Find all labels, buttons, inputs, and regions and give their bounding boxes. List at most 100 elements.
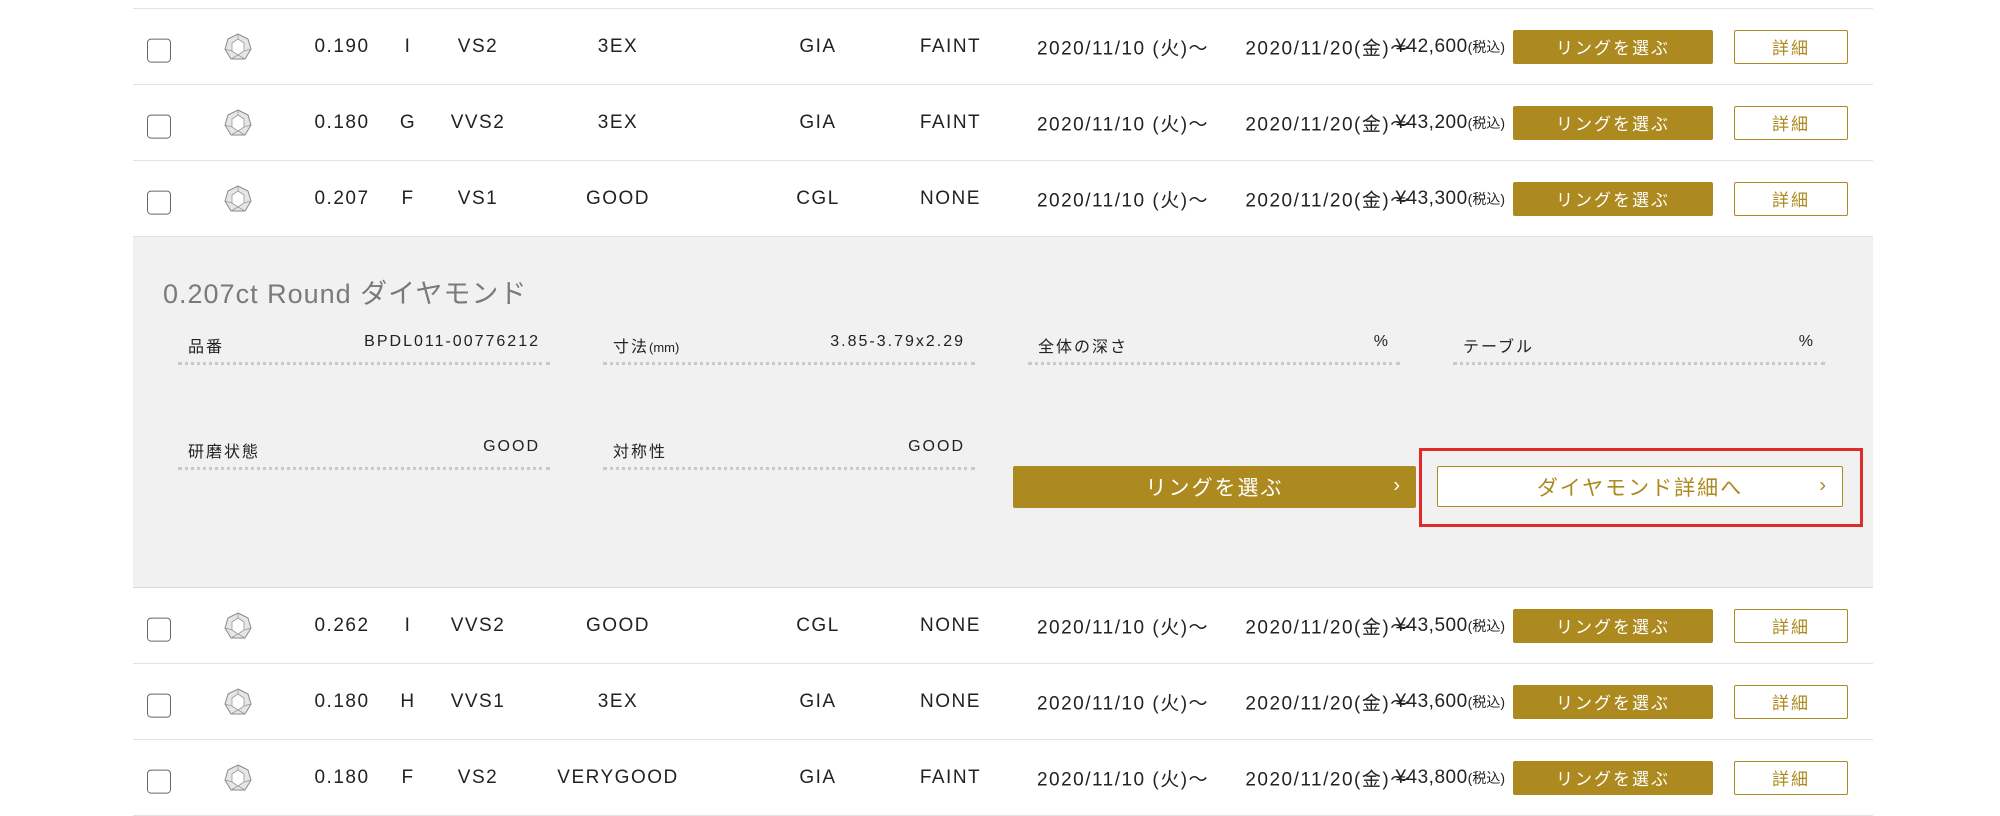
- diamond-icon: [223, 611, 253, 641]
- cell-cut: 3EX: [597, 35, 639, 57]
- cell-fluor: FAINT: [919, 35, 982, 57]
- diamond-icon: [223, 687, 253, 717]
- cell-price: ¥43,800(税込): [1395, 766, 1505, 788]
- cell-carat: 0.207: [314, 187, 370, 209]
- cell-color: G: [399, 111, 417, 133]
- row-checkbox[interactable]: [147, 693, 171, 718]
- spec-value: 3.85-3.79x2.29: [830, 333, 965, 350]
- diamond-detail-panel: 0.207ct Round ダイヤモンド 品番 BPDL011-00776212…: [133, 237, 1873, 588]
- detail-button[interactable]: 詳細: [1734, 608, 1848, 643]
- row-checkbox[interactable]: [147, 190, 171, 215]
- spec-label: 全体の深さ: [1038, 339, 1129, 356]
- cell-clarity: VVS2: [450, 614, 506, 636]
- cell-carat: 0.180: [314, 111, 370, 133]
- cell-date1: 2020/11/10 (火)〜: [1036, 38, 1210, 59]
- diamond-icon: [223, 763, 253, 793]
- cell-color: I: [404, 614, 412, 636]
- cell-lab: GIA: [799, 690, 837, 712]
- select-ring-button[interactable]: リングを選ぶ: [1513, 760, 1713, 795]
- detail-button[interactable]: 詳細: [1734, 105, 1848, 140]
- cell-fluor: NONE: [920, 614, 981, 636]
- cell-carat: 0.180: [314, 766, 370, 788]
- diamond-rows-top: 0.190 I VS2 3EX GIA FAINT 2020/11/10 (火)〜 2020/…: [133, 8, 1873, 237]
- row-checkbox[interactable]: [147, 114, 171, 139]
- table-row: 0.190 I VS2 3EX GIA FAINT 2020/11/10 (火)〜 2020/…: [133, 8, 1873, 85]
- cell-clarity: VS1: [457, 187, 499, 209]
- select-ring-button[interactable]: リングを選ぶ: [1513, 29, 1713, 64]
- row-checkbox[interactable]: [147, 769, 171, 794]
- cell-fluor: FAINT: [919, 111, 982, 133]
- spec-label: 研磨状態: [188, 444, 261, 461]
- cell-date1: 2020/11/10 (火)〜: [1036, 617, 1210, 638]
- select-ring-label: リングを選ぶ: [1145, 477, 1284, 500]
- chevron-right-icon: ›: [1393, 474, 1402, 497]
- row-checkbox[interactable]: [147, 617, 171, 642]
- chevron-right-icon: ›: [1819, 473, 1828, 496]
- cell-lab: GIA: [799, 766, 837, 788]
- cell-fluor: NONE: [920, 690, 981, 712]
- cell-lab: GIA: [799, 35, 837, 57]
- spec-label: 寸法(mm): [613, 339, 680, 356]
- cell-color: F: [401, 766, 415, 788]
- spec-item-no: 品番 BPDL011-00776212: [178, 325, 550, 365]
- table-row: 0.180 H VVS1 3EX GIA NONE 2020/11/10 (火)〜 2020/…: [133, 664, 1873, 740]
- spec-value: %: [1798, 333, 1815, 350]
- table-row: 0.180 G VVS2 3EX GIA FAINT 2020/11/10 (火)〜 2020…: [133, 85, 1873, 161]
- select-ring-button[interactable]: リングを選ぶ: [1513, 181, 1713, 216]
- select-ring-button[interactable]: リングを選ぶ: [1513, 684, 1713, 719]
- diamond-icon: [223, 32, 253, 62]
- select-ring-button[interactable]: リングを選ぶ ›: [1013, 466, 1416, 508]
- cell-carat: 0.190: [314, 35, 370, 57]
- diamond-detail-button[interactable]: ダイヤモンド詳細へ ›: [1437, 466, 1843, 507]
- cell-lab: GIA: [799, 111, 837, 133]
- spec-size: 寸法(mm) 3.85-3.79x2.29: [603, 325, 975, 365]
- detail-button[interactable]: 詳細: [1734, 29, 1848, 64]
- spec-label: 対称性: [613, 444, 668, 461]
- cell-lab: CGL: [796, 187, 840, 209]
- cell-color: F: [401, 187, 415, 209]
- cell-date1: 2020/11/10 (火)〜: [1036, 769, 1210, 790]
- spec-label: テーブル: [1463, 339, 1535, 356]
- diamond-list: 0.190 I VS2 3EX GIA FAINT 2020/11/10 (火)〜 2020/…: [133, 0, 1873, 816]
- diamond-icon: [223, 184, 253, 214]
- cell-carat: 0.180: [314, 690, 370, 712]
- cell-date1: 2020/11/10 (火)〜: [1036, 114, 1210, 135]
- cell-date1: 2020/11/10 (火)〜: [1036, 190, 1210, 211]
- detail-title: 0.207ct Round ダイヤモンド: [163, 279, 528, 309]
- cell-date1: 2020/11/10 (火)〜: [1036, 693, 1210, 714]
- cell-clarity: VVS1: [450, 690, 506, 712]
- cell-cut: GOOD: [585, 187, 651, 209]
- cell-clarity: VS2: [457, 766, 499, 788]
- row-checkbox[interactable]: [147, 38, 171, 63]
- table-row: 0.262 I VVS2 GOOD CGL NONE 2020/11/10 (火)〜 2020…: [133, 588, 1873, 664]
- spec-value: BPDL011-00776212: [364, 333, 540, 350]
- cell-clarity: VS2: [457, 35, 499, 57]
- cell-price: ¥43,300(税込): [1395, 187, 1505, 209]
- spec-label: 品番: [188, 339, 225, 356]
- spec-value: %: [1373, 333, 1390, 350]
- cell-price: ¥43,600(税込): [1395, 690, 1505, 712]
- spec-depth: 全体の深さ %: [1028, 325, 1400, 365]
- detail-button[interactable]: 詳細: [1734, 181, 1848, 216]
- select-ring-button[interactable]: リングを選ぶ: [1513, 105, 1713, 140]
- select-ring-button[interactable]: リングを選ぶ: [1513, 608, 1713, 643]
- spec-table: テーブル %: [1453, 325, 1825, 365]
- cell-color: H: [400, 690, 416, 712]
- spec-polish: 研磨状態 GOOD: [178, 430, 550, 470]
- cell-price: ¥42,600(税込): [1395, 35, 1505, 57]
- cell-cut: 3EX: [597, 111, 639, 133]
- cell-color: I: [404, 35, 412, 57]
- cell-cut: GOOD: [585, 614, 651, 636]
- cell-lab: CGL: [796, 614, 840, 636]
- detail-button[interactable]: 詳細: [1734, 684, 1848, 719]
- cell-clarity: VVS2: [450, 111, 506, 133]
- table-row: 0.180 F VS2 VERYGOOD GIA FAINT 2020/11/10 (火)〜…: [133, 740, 1873, 816]
- cell-fluor: NONE: [920, 187, 981, 209]
- detail-button[interactable]: 詳細: [1734, 760, 1848, 795]
- spec-value: GOOD: [908, 438, 965, 455]
- spec-symmetry: 対称性 GOOD: [603, 430, 975, 470]
- spec-value: GOOD: [483, 438, 540, 455]
- diamond-detail-label: ダイヤモンド詳細へ: [1536, 476, 1744, 500]
- cell-price: ¥43,200(税込): [1395, 111, 1505, 133]
- diamond-rows-bottom: 0.262 I VVS2 GOOD CGL NONE 2020/11/10 (火)〜 2020…: [133, 588, 1873, 816]
